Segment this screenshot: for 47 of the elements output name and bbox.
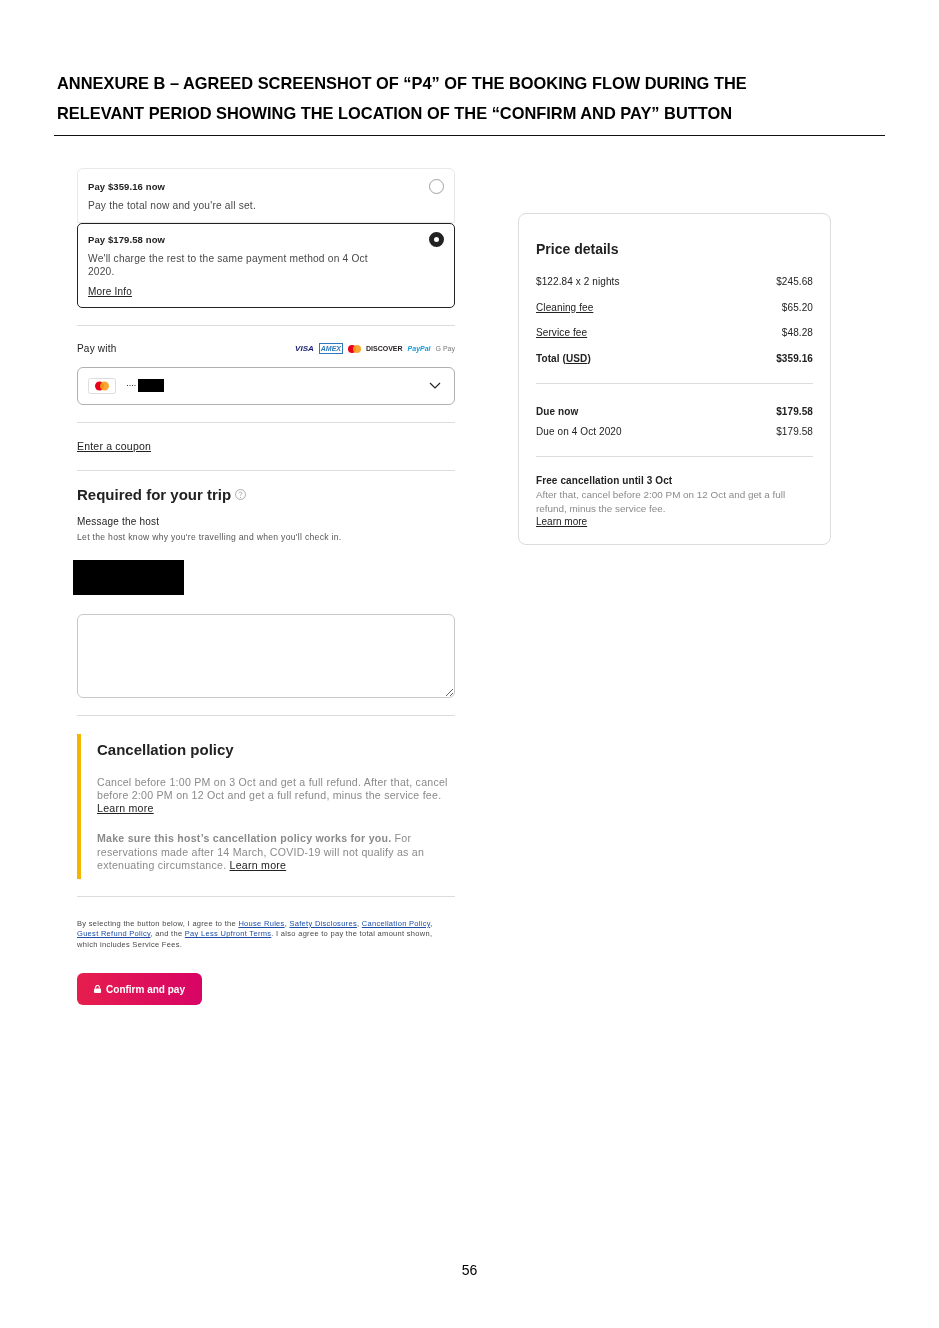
masked-card-number: ···· xyxy=(126,378,136,392)
option-title: Pay $179.58 now xyxy=(88,232,167,247)
two-circles-icon xyxy=(348,344,361,353)
help-icon[interactable] xyxy=(235,489,247,500)
price-label: Total (USD) xyxy=(536,352,591,367)
price-label: $122.84 x 2 nights xyxy=(536,275,620,289)
learn-more-link[interactable]: Learn more xyxy=(97,802,154,815)
lock-icon xyxy=(94,985,102,994)
price-link[interactable]: Cleaning fee xyxy=(536,300,594,315)
chevron-down-icon xyxy=(429,382,441,389)
learn-more-link[interactable]: Learn more xyxy=(536,515,588,530)
due-amount: $179.58 xyxy=(776,425,813,440)
section-heading: Cancellation policy xyxy=(97,740,235,760)
due-label: Due now xyxy=(536,405,579,420)
option-title: Pay $359.16 now xyxy=(88,180,167,194)
card-circles-icon xyxy=(88,377,116,394)
message-field[interactable] xyxy=(77,614,455,698)
section-heading: Required for your trip xyxy=(77,484,232,505)
price-amount: $359.16 xyxy=(776,352,813,367)
policy-text: Make sure this host’s cancellation policy works for you. For reservations made after 14 March, COVID-19 will not qualify as an extenuating circumstance. Learn more xyxy=(97,832,426,873)
field-description: Let the host know why you're travelling and when you'll check in. xyxy=(77,531,343,543)
due-amount: $179.58 xyxy=(776,405,813,420)
option-description: We'll charge the rest to the same payment method on 4 Oct 2020. xyxy=(88,251,369,278)
page-number: 56 xyxy=(460,1262,479,1278)
confirm-pay-button[interactable]: Confirm and pay xyxy=(77,973,202,1006)
more-info-link[interactable]: More Info xyxy=(88,284,133,299)
coupon-link[interactable]: Enter a coupon xyxy=(77,438,152,453)
document-heading: ANNEXURE B – AGREED SCREENSHOT OF “P4” OF THE BOOKING FLOW DURING THE RELEVANT PERIOD SHOWING THE LOCATION OF THE “CONFIRM AND PAY” BUTTON xyxy=(57,73,748,124)
option-description: Pay the total now and you're all set. xyxy=(88,199,256,212)
payment-method-select[interactable]: ···· xyxy=(77,366,455,405)
price-amount: $48.28 xyxy=(781,326,813,341)
radio-button[interactable] xyxy=(429,179,444,194)
payment-option[interactable]: Pay $359.16 now Pay the total now and you're all set. xyxy=(77,168,455,223)
policy-text: Cancel before 1:00 PM on 3 Oct and get a full refund. After that, cancel before 2:00 PM on 12 Oct and get a full refund, minus the service fee. Learn more xyxy=(97,775,449,816)
card-title: Price details xyxy=(536,240,620,258)
pay-with-label: Pay with xyxy=(77,341,117,356)
field-label: Message the host xyxy=(77,514,161,529)
price-link[interactable]: Service fee xyxy=(536,326,588,341)
card-brand-label: VISA xyxy=(295,343,314,354)
price-amount: $245.68 xyxy=(776,275,813,289)
learn-more-link[interactable]: Learn more xyxy=(229,859,287,872)
radio-button[interactable] xyxy=(429,231,444,247)
cancellation-text: After that, cancel before 2:00 PM on 12 Oct and get a full refund, minus the service fee. xyxy=(536,488,787,516)
payment-option[interactable]: Pay $179.58 now We'll charge the rest to the same payment method on 4 Oct 2020. More Info xyxy=(77,223,455,308)
due-label: Due on 4 Oct 2020 xyxy=(536,425,622,440)
price-amount: $65.20 xyxy=(781,300,813,315)
cancellation-title: Free cancellation until 3 Oct xyxy=(536,474,674,489)
